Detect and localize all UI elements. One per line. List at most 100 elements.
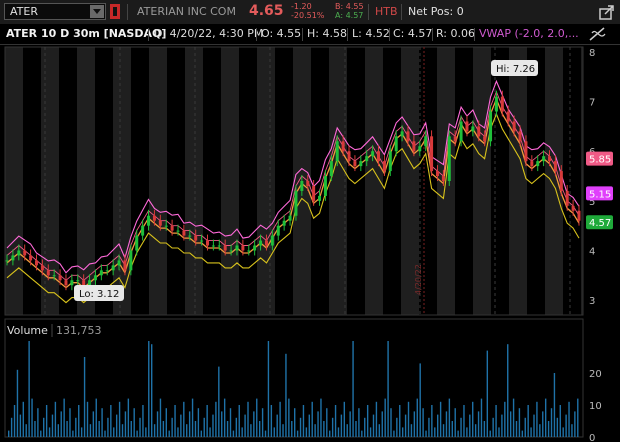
volume-bar [63,398,65,437]
volume-bar [340,414,343,437]
volume-bar [544,398,547,437]
price-chart[interactable]: 4/20/22 345678 5.855.154.57 Hi: 7.26Lo: … [0,45,620,442]
volume-bar [375,401,378,437]
candle-body [435,171,439,177]
drawing-tool-icon[interactable] [588,25,608,43]
volume-bar [223,398,226,437]
volume-bar [439,401,442,437]
candle-body [565,190,569,206]
candle-body [276,225,280,236]
volume-bar [232,430,235,437]
symbol-value[interactable]: ATER [10,5,38,18]
volume-bar [264,430,267,437]
volume-bar [562,427,564,437]
volume-bar [489,430,491,437]
candle-body [329,161,333,177]
candle-body [548,156,552,162]
candle-body [371,151,375,157]
vwap-study-label[interactable]: VWAP (-2.0, 2.0,... [479,27,579,40]
volume-bar [434,427,436,437]
candle-body [11,255,15,261]
volume-bar [568,401,570,437]
candle-body [141,225,145,236]
volume-bar [171,417,173,437]
volume-bar [387,341,389,437]
candle-body [394,136,398,152]
candle-body [229,250,233,252]
candle-body [365,156,369,162]
volume-bar [355,421,357,437]
candle-body [500,96,504,112]
candle-body [111,265,115,271]
volume-bar [448,398,451,437]
volume-bar [45,405,48,437]
volume-bar [186,424,188,437]
candle-body [412,141,416,152]
volume-bar [276,414,278,437]
volume-bar [60,411,62,437]
volume-bar [425,430,427,437]
volume-bar [381,411,383,437]
symbol-input[interactable]: ATER [4,3,106,20]
volume-bar [509,411,512,437]
volume-bar [133,408,135,437]
volume-bar [320,398,322,437]
volume-bar [98,421,100,437]
volume-bar [13,405,16,437]
candle-body [300,181,304,191]
volume-bar [574,411,576,437]
volume-axis-label: 0 [589,433,595,442]
volume-bar [536,401,538,437]
volume-bar [323,421,325,437]
volume-bar [486,350,489,437]
volume-bar [212,414,214,437]
volume-bar [43,417,45,437]
volume-bar [31,398,33,437]
symbol-dropdown-icon[interactable] [90,5,104,18]
volume-bar [413,411,416,437]
volume-bar [314,424,316,437]
volume-bar [349,411,351,437]
volume-bar [559,405,561,437]
candle-body [176,230,180,232]
volume-bar [343,401,346,437]
session-band [5,47,23,315]
volume-bar [533,414,535,437]
flag-icon[interactable] [110,4,120,19]
volume-bar [188,411,191,437]
candle-body [247,250,251,252]
volume-bar [75,417,77,437]
volume-bar [296,430,299,437]
volume-bar [104,430,106,437]
candle-body [147,215,151,226]
bar-high: H: 4.58 [307,27,347,40]
volume-bar [317,411,319,437]
candle-body [377,151,381,162]
candle-body [5,260,9,262]
volume-bar [247,401,249,437]
volume-bar [556,417,559,437]
price-badge-label: 5.85 [589,155,611,166]
volume-bar [329,430,331,437]
share-icon[interactable] [598,3,616,21]
volume-bar [571,424,573,437]
volume-bar [428,417,430,437]
volume-bar [393,430,395,437]
volume-bar [218,366,220,437]
volume-bar [451,421,453,437]
bar-open: O: 4.55 [261,27,302,40]
bid-ask-block: B: 4.55 A: 4.57 [335,2,364,20]
ask-value: A: 4.57 [335,11,364,20]
volume-bar [384,398,386,437]
price-axis-label: 8 [589,48,595,59]
volume-bar [291,421,293,437]
volume-bar [431,405,433,437]
volume-bar [10,417,13,437]
volume-bar [577,398,579,437]
divider [401,4,402,20]
last-price: 4.65 [249,3,284,19]
candle-body [559,171,563,191]
candle-body [46,270,50,276]
volume-bar [542,411,544,437]
volume-bar [148,341,150,437]
